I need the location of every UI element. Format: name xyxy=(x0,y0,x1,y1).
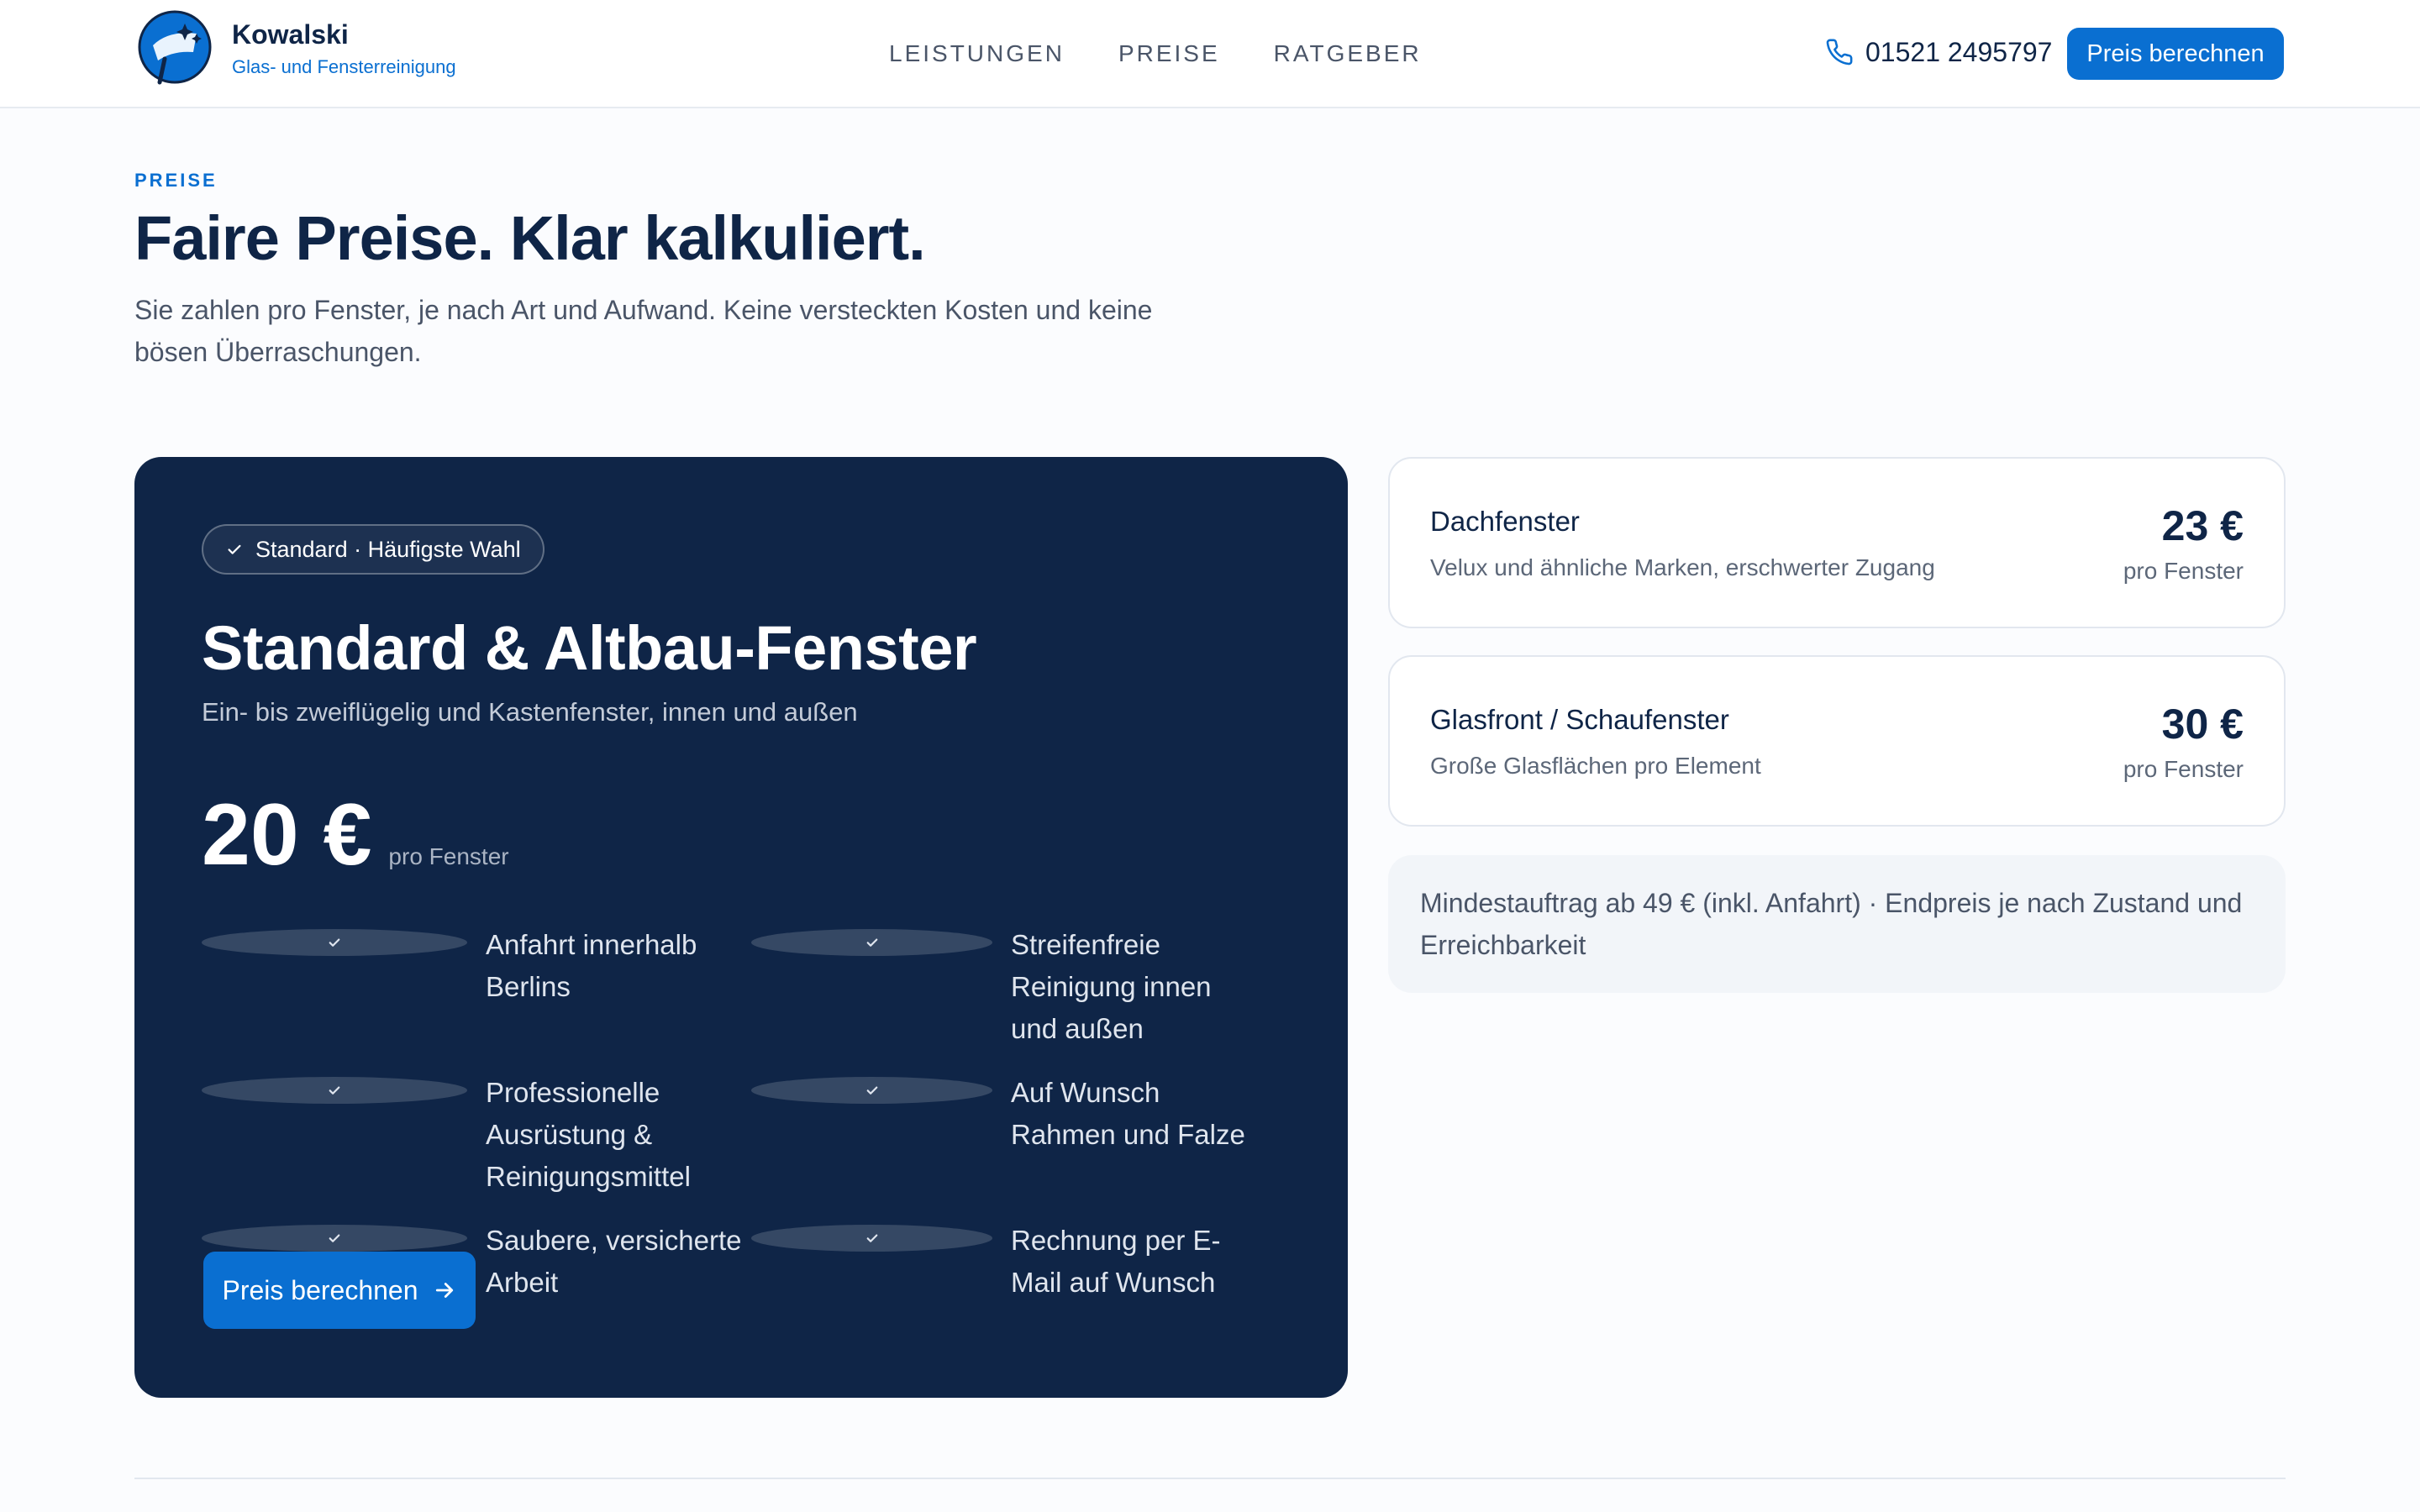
featured-badge-label: Standard · Häufigste Wahl xyxy=(255,536,521,562)
brand-name: Kowalski xyxy=(232,19,349,50)
section-lead: Sie zahlen pro Fenster, je nach Art und … xyxy=(134,295,1153,367)
featured-price: 20 € pro Fenster xyxy=(202,785,509,885)
phone-link[interactable]: 01521 2495797 xyxy=(1825,35,2052,69)
price-card-desc: Velux und ähnliche Marken, erschwerter Z… xyxy=(1430,554,1935,580)
minimum-order-note: Mindestauftrag ab 49 € (inkl. Anfahrt) ·… xyxy=(1388,855,2286,993)
price-card-desc: Große Glasflächen pro Element xyxy=(1430,753,1761,779)
price-card-glasfront: Glasfront / Schaufenster Große Glasfläch… xyxy=(1388,655,2286,827)
main-nav: LEISTUNGEN PREISE RATGEBER xyxy=(889,39,1422,69)
feature-list: Anfahrt innerhalb Berlins Streifenfreie … xyxy=(202,924,1252,1304)
site-header: Kowalski Glas- und Fensterreinigung LEIS… xyxy=(0,0,2420,108)
feature-item: Professionelle Ausrüstung & Reinigungsmi… xyxy=(202,1072,751,1198)
feature-label: Rechnung per E-Mail auf Wunsch xyxy=(1011,1225,1221,1298)
feature-item: Anfahrt innerhalb Berlins xyxy=(202,924,751,1050)
feature-label: Streifenfreie Reinigung innen und außen xyxy=(1011,929,1212,1044)
check-icon xyxy=(228,544,241,554)
section-divider xyxy=(134,1478,2286,1479)
check-icon xyxy=(751,929,992,956)
feature-item: Streifenfreie Reinigung innen und außen xyxy=(751,924,1252,1050)
featured-calculate-button[interactable]: Preis berechnen xyxy=(203,1252,476,1329)
brand-tagline: Glas- und Fensterreinigung xyxy=(232,56,456,77)
header-calculate-button[interactable]: Preis berechnen xyxy=(2067,28,2284,80)
page-title: Faire Preise. Klar kalkuliert. xyxy=(134,203,926,273)
featured-calculate-label: Preis berechnen xyxy=(222,1274,418,1305)
price-card-name: Dachfenster xyxy=(1430,506,1580,537)
featured-title: Standard & Altbau-Fenster xyxy=(202,613,977,683)
feature-label: Anfahrt innerhalb Berlins xyxy=(486,929,697,1002)
feature-item: Auf Wunsch Rahmen und Falze xyxy=(751,1072,1252,1198)
featured-price-card: Standard · Häufigste Wahl Standard & Alt… xyxy=(134,457,1348,1398)
nav-item-leistungen[interactable]: LEISTUNGEN xyxy=(889,39,1065,69)
price-card-unit: pro Fenster xyxy=(2123,558,2244,584)
price-card-price: 30 € xyxy=(2161,701,2244,748)
price-card-price: 23 € xyxy=(2161,502,2244,549)
check-icon xyxy=(202,1225,467,1252)
featured-price-unit: pro Fenster xyxy=(388,843,509,869)
nav-item-preise[interactable]: PREISE xyxy=(1118,39,1220,69)
check-icon xyxy=(202,929,467,956)
price-card-dachfenster: Dachfenster Velux und ähnliche Marken, e… xyxy=(1388,457,2286,628)
phone-icon xyxy=(1826,39,1853,66)
featured-badge: Standard · Häufigste Wahl xyxy=(202,524,544,575)
feature-item: Rechnung per E-Mail auf Wunsch xyxy=(751,1220,1252,1304)
featured-price-amount: 20 € xyxy=(202,786,372,884)
arrow-right-icon xyxy=(435,1283,453,1298)
window-cleaner-logo-icon xyxy=(138,10,212,85)
brand-logo[interactable]: Kowalski Glas- und Fensterreinigung xyxy=(134,8,456,89)
check-icon xyxy=(751,1077,992,1104)
featured-subtitle: Ein- bis zweiflügelig und Kastenfenster,… xyxy=(202,697,858,727)
check-icon xyxy=(202,1077,467,1104)
nav-item-ratgeber[interactable]: RATGEBER xyxy=(1274,39,1422,69)
phone-number: 01521 2495797 xyxy=(1865,37,2053,67)
section-eyebrow: PREISE xyxy=(134,170,218,191)
feature-label: Saubere, versicherte Arbeit xyxy=(486,1225,742,1298)
price-card-unit: pro Fenster xyxy=(2123,756,2244,782)
price-card-name: Glasfront / Schaufenster xyxy=(1430,704,1729,735)
feature-label: Auf Wunsch Rahmen und Falze xyxy=(1011,1077,1245,1150)
check-icon xyxy=(751,1225,992,1252)
feature-label: Professionelle Ausrüstung & Reinigungsmi… xyxy=(486,1077,691,1192)
